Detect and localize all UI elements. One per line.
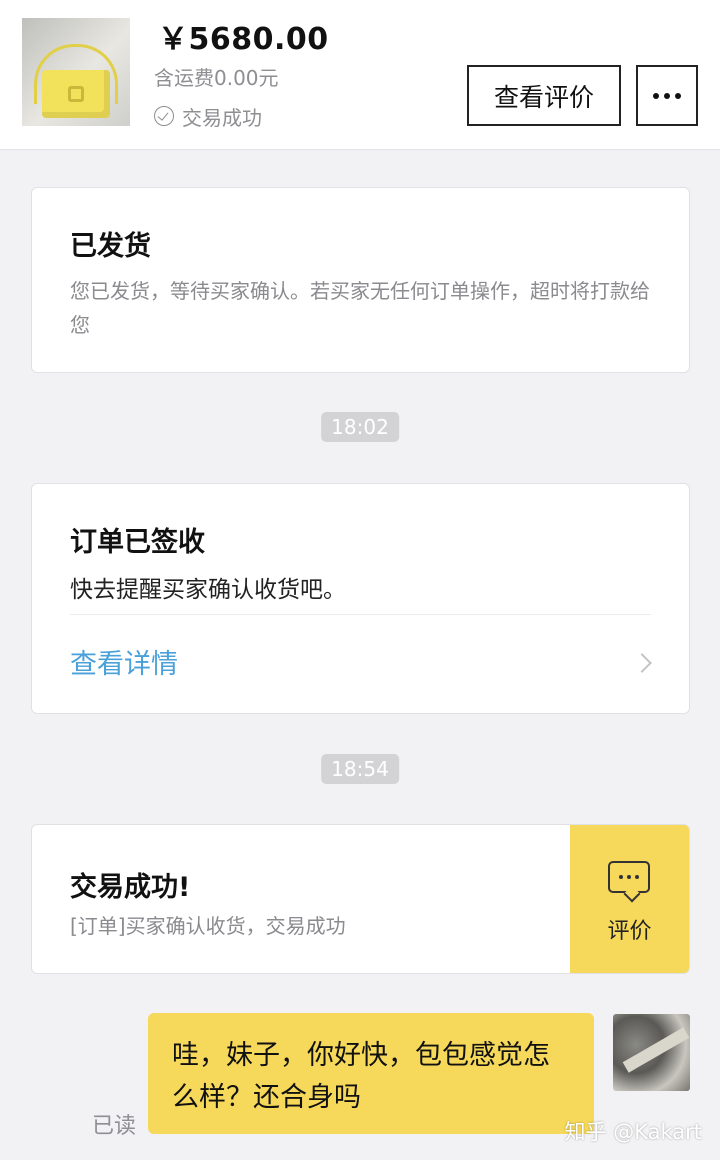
more-options-button[interactable] (636, 65, 698, 126)
read-status: 已读 (92, 1114, 137, 1139)
success-desc: [订单]买家确认收货，交易成功 (70, 914, 346, 938)
chat-bubble-icon (608, 861, 650, 893)
avatar[interactable] (613, 1014, 690, 1091)
timestamp: 18:02 (321, 412, 399, 442)
rate-button[interactable]: 评价 (570, 825, 689, 973)
shipped-desc: 您已发货，等待买家确认。若买家无任何订单操作，超时将打款给您 (70, 279, 650, 337)
signed-card: 订单已签收 快去提醒买家确认收货吧。 查看详情 (31, 483, 690, 714)
message-bubble[interactable]: 哇，妹子，你好快，包包感觉怎么样？还合身吗 (148, 1013, 594, 1134)
shipped-card: 已发货 您已发货，等待买家确认。若买家无任何订单操作，超时将打款给您 (31, 187, 690, 373)
chat-page: ￥5680.00 含运费0.00元 交易成功 查看评价 已发货 您已发货，等待买… (0, 0, 720, 1160)
rate-label: 评价 (607, 919, 652, 944)
view-details-link[interactable]: 查看详情 (70, 642, 178, 681)
chevron-right-icon[interactable] (632, 653, 652, 673)
view-review-button[interactable]: 查看评价 (467, 65, 621, 126)
divider (70, 614, 651, 615)
shipped-title: 已发货 (70, 231, 151, 262)
check-circle-icon (154, 106, 174, 126)
product-thumbnail[interactable] (22, 18, 130, 126)
success-title: 交易成功! (70, 872, 191, 903)
trade-success-card: 交易成功! [订单]买家确认收货，交易成功 评价 (31, 824, 690, 974)
order-status-label: 交易成功 (182, 105, 262, 130)
signed-title: 订单已签收 (70, 527, 205, 558)
watermark: 知乎 @Kakart (564, 1120, 702, 1144)
order-status: 交易成功 (154, 102, 262, 130)
order-price: ￥5680.00 (158, 22, 329, 57)
shipping-fee: 含运费0.00元 (154, 66, 279, 90)
order-header: ￥5680.00 含运费0.00元 交易成功 查看评价 (0, 0, 720, 150)
more-icon (653, 92, 659, 99)
signed-body: 快去提醒买家确认收货吧。 (70, 577, 346, 603)
timestamp: 18:54 (321, 754, 399, 784)
